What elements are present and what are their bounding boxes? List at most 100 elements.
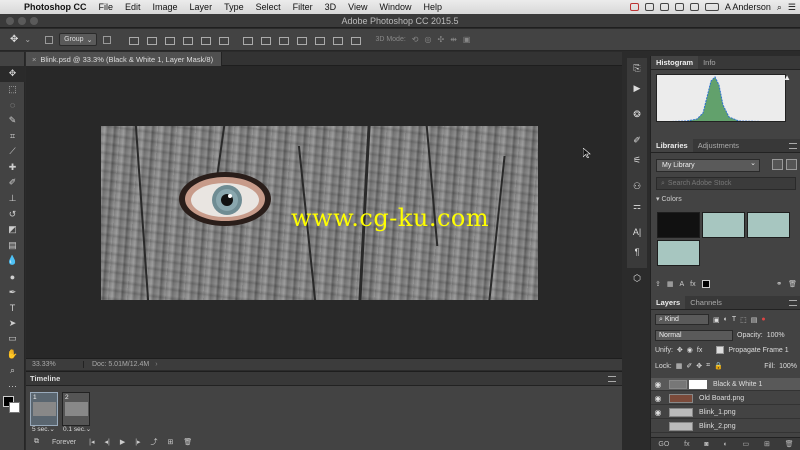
- tab-layers[interactable]: Layers: [651, 296, 686, 309]
- history-icon[interactable]: ⎘: [627, 58, 647, 78]
- eye-visibility-icon[interactable]: ◉: [651, 380, 665, 389]
- document-image[interactable]: www.cg-ku.com: [101, 126, 538, 300]
- previous-frame-icon[interactable]: ◂|: [104, 438, 109, 446]
- timeline-frame-2[interactable]: 2: [62, 392, 90, 426]
- color-swatch[interactable]: [702, 212, 745, 238]
- marquee-tool-icon[interactable]: ⬚: [0, 82, 25, 98]
- list-view-icon[interactable]: [786, 159, 797, 170]
- chevron-down-icon[interactable]: ⌄: [24, 35, 31, 44]
- notification-center-icon[interactable]: ☰: [788, 2, 796, 13]
- menu-3d[interactable]: 3D: [319, 2, 343, 12]
- menu-image[interactable]: Image: [147, 2, 184, 12]
- zoom-tool-icon[interactable]: ⌕: [0, 362, 25, 378]
- fill-value[interactable]: 100%: [779, 363, 797, 370]
- layer-filter-kind[interactable]: ⌕ Kind: [655, 314, 709, 325]
- distribute-hcenter-icon[interactable]: [313, 35, 326, 45]
- lock-image-icon[interactable]: ✐: [686, 362, 692, 370]
- eraser-tool-icon[interactable]: ◩: [0, 222, 25, 238]
- clone-source-icon[interactable]: ⚇: [627, 176, 647, 196]
- dodge-tool-icon[interactable]: ●: [0, 269, 25, 285]
- tab-channels[interactable]: Channels: [685, 296, 727, 309]
- distribute-vcenter-icon[interactable]: [259, 35, 272, 45]
- healing-brush-tool-icon[interactable]: ✚: [0, 160, 25, 176]
- brush-presets-icon[interactable]: ❂: [627, 104, 647, 124]
- 3d-orbit-icon[interactable]: ⟲: [412, 35, 419, 44]
- eyedropper-tool-icon[interactable]: ⟋: [0, 144, 25, 160]
- lock-all-icon[interactable]: 🔒: [714, 362, 723, 370]
- brush-tool-icon[interactable]: ✐: [0, 175, 25, 191]
- color-swatches[interactable]: [0, 393, 25, 417]
- 3d-slide-icon[interactable]: ⇹: [450, 35, 457, 44]
- unify-visibility-icon[interactable]: ◉: [687, 346, 693, 354]
- layer-row[interactable]: ◉ Old Board.png: [651, 392, 800, 405]
- app-menu[interactable]: Photoshop CC: [18, 2, 93, 12]
- layer-row[interactable]: ◉ Blink_1.png: [651, 406, 800, 419]
- new-group-icon[interactable]: ▭: [743, 440, 750, 448]
- distribute-top-icon[interactable]: [241, 35, 254, 45]
- duplicate-frame-icon[interactable]: ⊞: [168, 438, 174, 446]
- menu-layer[interactable]: Layer: [184, 2, 219, 12]
- 3d-pan-icon[interactable]: ✣: [437, 35, 444, 44]
- panel-menu-icon[interactable]: [789, 300, 797, 306]
- library-select[interactable]: My Library: [656, 159, 760, 172]
- color-swatch[interactable]: [747, 212, 790, 238]
- quick-selection-tool-icon[interactable]: ✎: [0, 113, 25, 129]
- lock-transparent-icon[interactable]: ▦: [676, 362, 683, 370]
- battery-icon[interactable]: [704, 3, 719, 11]
- timeline-frame-1[interactable]: 1: [30, 392, 58, 426]
- show-transform-checkbox[interactable]: [103, 35, 112, 44]
- gradient-tool-icon[interactable]: ▤: [0, 238, 25, 254]
- play-icon[interactable]: ▶: [120, 438, 125, 446]
- layer-row[interactable]: Blink_2.png: [651, 420, 800, 433]
- type-tool-icon[interactable]: T: [0, 300, 25, 316]
- next-frame-icon[interactable]: |▸: [135, 438, 140, 446]
- 3d-scale-icon[interactable]: ▣: [463, 35, 471, 44]
- actions-play-icon[interactable]: ▶: [627, 78, 647, 98]
- cloud-icon[interactable]: [644, 3, 654, 11]
- wifi-icon[interactable]: [689, 3, 699, 11]
- blend-mode-select[interactable]: Normal: [655, 330, 733, 341]
- color-swatch[interactable]: [657, 212, 700, 238]
- library-trash-icon[interactable]: 🗑: [788, 280, 797, 288]
- new-adjustment-layer-icon[interactable]: ◐: [723, 441, 727, 448]
- distribute-left-icon[interactable]: [295, 35, 308, 45]
- filter-type-icon[interactable]: T: [732, 316, 736, 323]
- lock-position-icon[interactable]: ✥: [696, 362, 702, 370]
- lasso-tool-icon[interactable]: ◌: [0, 97, 25, 113]
- menu-help[interactable]: Help: [417, 2, 448, 12]
- menu-file[interactable]: File: [93, 2, 120, 12]
- properties-icon[interactable]: ⚎: [627, 196, 647, 216]
- menu-type[interactable]: Type: [218, 2, 250, 12]
- timeline-menu-icon[interactable]: [608, 376, 616, 382]
- trash-icon[interactable]: 🗑: [183, 438, 192, 446]
- history-brush-tool-icon[interactable]: ↺: [0, 206, 25, 222]
- move-tool-preset-icon[interactable]: ✥: [10, 34, 18, 45]
- bluetooth-icon[interactable]: [674, 3, 684, 11]
- loop-options-dropdown[interactable]: Forever: [49, 439, 79, 446]
- panel-menu-icon[interactable]: [789, 143, 797, 149]
- menu-filter[interactable]: Filter: [287, 2, 319, 12]
- align-top-icon[interactable]: [127, 35, 140, 45]
- distribute-bottom-icon[interactable]: [277, 35, 290, 45]
- move-tool-icon[interactable]: ✥: [0, 66, 25, 82]
- colors-section-header[interactable]: ▾ Colors: [656, 195, 682, 203]
- 3d-roll-icon[interactable]: ◎: [425, 35, 432, 44]
- brushes-icon[interactable]: ✐: [627, 130, 647, 150]
- add-graphic-icon[interactable]: ▦: [667, 280, 674, 288]
- canvas-area[interactable]: www.cg-ku.com: [26, 66, 622, 358]
- menu-view[interactable]: View: [342, 2, 373, 12]
- delete-layer-icon[interactable]: 🗑: [785, 440, 794, 448]
- distribute-right-icon[interactable]: [331, 35, 344, 45]
- align-vcenter-icon[interactable]: [145, 35, 158, 45]
- screen-icon[interactable]: [629, 3, 639, 11]
- 3d-cube-icon[interactable]: ⬡: [627, 268, 647, 288]
- color-swatch[interactable]: [657, 240, 700, 266]
- link-layers-icon[interactable]: GO: [658, 441, 669, 448]
- zoom-level[interactable]: 33.33%: [26, 361, 84, 368]
- align-left-icon[interactable]: [181, 35, 194, 45]
- adjustments-sliders-icon[interactable]: ⚟: [627, 150, 647, 170]
- unify-position-icon[interactable]: ✥: [677, 346, 683, 354]
- tab-histogram[interactable]: Histogram: [651, 56, 699, 69]
- tween-icon[interactable]: ⤴: [151, 437, 158, 447]
- tab-info[interactable]: Info: [698, 56, 721, 69]
